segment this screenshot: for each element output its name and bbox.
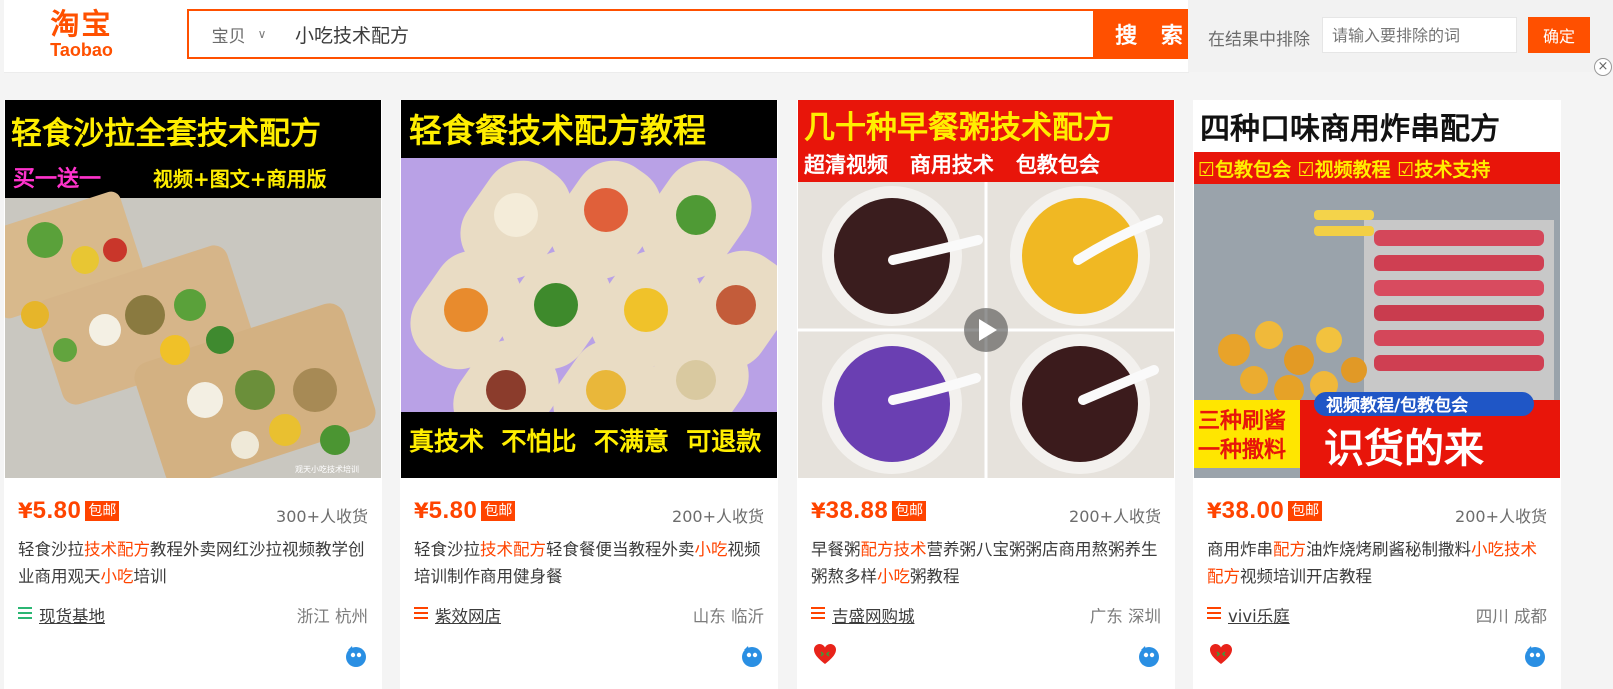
svg-text:观天小吃技术培训: 观天小吃技术培训 [295,464,359,474]
location: 四川 成都 [1475,607,1547,626]
search-category-label: 宝贝 [211,26,246,47]
price: ¥ 5.80 包邮 [18,497,120,525]
chevron-down-icon: ∨ [257,27,267,41]
shop-name-link[interactable]: 紫效网店 [435,603,501,627]
search-input[interactable] [295,21,1015,47]
wangwang-chat-icon[interactable] [1137,644,1161,672]
title-keyword-highlight: 小吃 [694,540,728,559]
wangwang-chat-icon[interactable] [740,644,764,672]
product-image[interactable]: 轻食沙拉全套技术配方 买一送一 视频+图文+商用版 观天小吃技术培训 [5,100,381,478]
location: 浙江 杭州 [296,607,368,626]
img-banner-text: 四种口味商用炸串配方 [1200,112,1500,147]
orange-list-icon [1207,607,1221,621]
green-list-icon [18,607,32,621]
heart-badge-icon [813,643,837,669]
search-category-select[interactable]: 宝贝 ∨ [189,11,289,57]
product-title[interactable]: 早餐粥配方技术营养粥八宝粥粥店商用熬粥养生粥熬多样小吃粥教程 [811,536,1163,590]
price-value: 38.88 [825,497,889,524]
product-card[interactable]: 轻食沙拉全套技术配方 买一送一 视频+图文+商用版 观天小吃技术培训 ¥ 5.8… [4,100,382,689]
logo-text-cn: 淘宝 [50,7,113,41]
product-image[interactable]: 轻食餐技术配方教程 真技术 不怕比 不满意 可退款 [401,100,777,478]
product-card[interactable]: 四种口味商用炸串配方 ☑包教包会 ☑视频教程 ☑技术支持 三种刷酱 一种撒料 视… [1193,100,1561,689]
title-keyword-highlight: 技术配方 [84,540,150,559]
svg-text:超清视频 商用技术 包教包会: 超清视频 商用技术 包教包会 [804,153,1100,177]
shop-name-link[interactable]: 现货基地 [39,603,105,627]
close-icon[interactable]: × [1594,58,1612,76]
wangwang-chat-icon[interactable] [1523,644,1547,672]
sales-count: 200+人收货 [1069,507,1161,526]
product-title[interactable]: 轻食沙拉技术配方轻食餐便当教程外卖小吃视频培训制作商用健身餐 [414,536,766,590]
taobao-logo[interactable]: 淘宝 Taobao [39,8,124,64]
title-text-segment: 早餐粥 [811,540,861,559]
title-keyword-highlight: 小吃 [877,567,910,586]
free-shipping-badge: 包邮 [1288,501,1323,521]
title-text-segment: 视频培训开店教程 [1240,567,1372,586]
img-banner-text: 轻食餐技术配方教程 [409,111,706,150]
sales-count: 200+人收货 [1455,507,1547,526]
svg-text:识货的来: 识货的来 [1324,426,1484,472]
product-title[interactable]: 商用炸串配方油炸烧烤刷酱秘制撒料小吃技术配方视频培训开店教程 [1207,536,1547,590]
price-value: 38.00 [1221,497,1285,524]
img-banner-text: 几十种早餐粥技术配方 [804,110,1114,146]
product-title[interactable]: 轻食沙拉技术配方教程外卖网红沙拉视频教学创业商用观天小吃培训 [18,536,370,590]
price: ¥ 5.80 包邮 [414,497,516,525]
product-image[interactable]: 几十种早餐粥技术配方 超清视频 商用技术 包教包会 [798,100,1174,478]
svg-text:三种刷酱: 三种刷酱 [1198,408,1286,434]
exclude-confirm-button[interactable]: 确定 [1528,17,1590,53]
title-keyword-highlight: 小吃 [100,567,134,586]
sales-count: 300+人收货 [276,507,368,526]
price-value: 5.80 [428,497,478,524]
title-text-segment: 油炸烧烤刷酱秘制撒料 [1306,540,1471,559]
svg-text:☑包教包会 ☑视频教程 ☑技术支持: ☑包教包会 ☑视频教程 ☑技术支持 [1198,158,1490,181]
title-text-segment: 商用炸串 [1207,540,1273,559]
free-shipping-badge: 包邮 [481,501,516,521]
wangwang-chat-icon[interactable] [344,644,368,672]
title-text-segment: 轻食餐便当教程外卖 [546,540,695,559]
title-keyword-highlight: 配方技术 [860,540,927,559]
orange-list-icon [811,607,825,621]
price: ¥ 38.88 包邮 [811,497,927,525]
price: ¥ 38.00 包邮 [1207,497,1323,525]
svg-text:买一送一: 买一送一 [13,166,101,192]
free-shipping-badge: 包邮 [85,501,120,521]
price-value: 5.80 [32,497,82,524]
img-banner-text: 轻食沙拉全套技术配方 [11,116,321,152]
product-card[interactable]: 轻食餐技术配方教程 真技术 不怕比 不满意 可退款 ¥ 5.80 包邮 200+… [400,100,778,689]
location: 广东 深圳 [1089,607,1161,626]
title-text-segment: 培训 [133,567,167,586]
heart-badge-icon [1209,643,1233,669]
title-text-segment: 轻食沙拉 [18,540,84,559]
exclude-label: 在结果中排除 [1208,30,1310,50]
product-image[interactable]: 四种口味商用炸串配方 ☑包教包会 ☑视频教程 ☑技术支持 三种刷酱 一种撒料 视… [1194,100,1560,478]
logo-text-en: Taobao [50,40,113,60]
exclude-input[interactable] [1322,17,1517,53]
title-keyword-highlight: 配方 [1273,540,1306,559]
svg-text:真技术 不怕比 不满意 可退款: 真技术 不怕比 不满意 可退款 [409,427,762,456]
orange-list-icon [414,607,428,621]
search-box: 宝贝 ∨ 搜 索 [187,9,1213,59]
title-text-segment: 轻食沙拉 [414,540,480,559]
svg-text:视频教程/包教包会: 视频教程/包教包会 [1326,395,1468,416]
shop-name-link[interactable]: 吉盛网购城 [832,603,915,627]
title-text-segment: 粥教程 [910,567,960,586]
location: 山东 临沂 [692,607,764,626]
free-shipping-badge: 包邮 [892,501,927,521]
title-keyword-highlight: 技术配方 [480,540,546,559]
svg-text:视频+图文+商用版: 视频+图文+商用版 [153,167,327,191]
svg-text:一种撒料: 一种撒料 [1198,438,1286,463]
top-search-bar: 淘宝 Taobao 宝贝 ∨ 搜 索 [4,0,1213,73]
shop-name-link[interactable]: vivi乐庭 [1228,603,1290,627]
sales-count: 200+人收货 [672,507,764,526]
product-card[interactable]: 几十种早餐粥技术配方 超清视频 商用技术 包教包会 ¥ 38.88 包邮 200… [797,100,1175,689]
